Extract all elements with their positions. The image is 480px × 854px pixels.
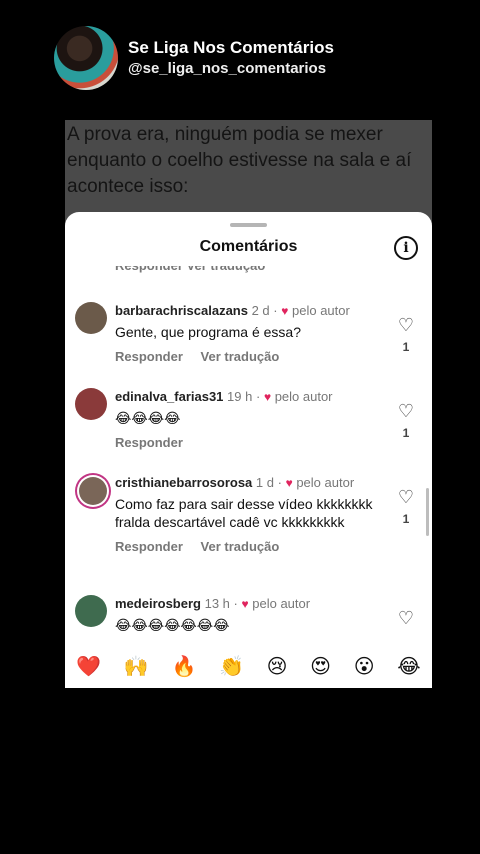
like-count: 1 — [402, 426, 410, 440]
avatar[interactable] — [79, 477, 107, 505]
reply-button[interactable]: Responder — [115, 435, 183, 450]
comment-time: 13 h — [204, 596, 230, 611]
translate-button[interactable]: Ver tradução — [201, 539, 280, 554]
emoji-heart-eyes-button[interactable]: 😍 — [310, 654, 331, 679]
like-button[interactable]: ♡ — [396, 609, 416, 627]
sheet-grabber[interactable] — [230, 223, 267, 227]
avatar[interactable] — [75, 595, 107, 627]
heart-icon: ♥ — [285, 476, 293, 490]
comment-username[interactable]: edinalva_farias31 — [115, 389, 223, 404]
comment-text: Gente, que programa é essa? — [115, 324, 302, 340]
like-count: 1 — [402, 512, 410, 526]
like-button[interactable]: ♡ 1 — [396, 488, 416, 526]
like-button[interactable]: ♡ 1 — [396, 316, 416, 354]
avatar[interactable] — [75, 388, 107, 420]
info-icon[interactable]: i — [394, 236, 418, 260]
emoji-laugh-button[interactable]: 😂 — [397, 654, 420, 679]
like-button[interactable]: ♡ 1 — [396, 402, 416, 440]
emoji-raised-hands-button[interactable]: 🙌 — [124, 654, 149, 679]
comments-sheet: Comentários i Responder Ver tradução bar… — [65, 212, 432, 688]
emoji-fire-button[interactable]: 🔥 — [171, 654, 196, 679]
reply-button[interactable]: Responder — [115, 539, 183, 554]
like-count: 1 — [402, 340, 410, 354]
profile-handle: @se_liga_nos_comentarios — [128, 60, 327, 77]
author-like-label: pelo autor — [292, 303, 350, 318]
reply-button[interactable]: Responder — [115, 349, 183, 364]
emoji-cry-button[interactable]: 😢 — [267, 654, 288, 679]
heart-icon: ♥ — [281, 304, 289, 318]
partial-comment-actions: Responder Ver tradução — [115, 258, 266, 273]
comment-username[interactable]: medeirosberg — [115, 596, 201, 611]
comment-time: 19 h — [227, 389, 253, 404]
heart-icon: ♥ — [263, 390, 272, 404]
comment-time: 2 d — [251, 303, 270, 318]
heart-outline-icon: ♡ — [397, 608, 415, 628]
emoji-surprised-button[interactable]: 😮 — [354, 654, 375, 679]
comment-time: 1 d — [255, 475, 274, 490]
author-like-label: pelo autor — [252, 596, 311, 611]
author-like-label: pelo autor — [296, 475, 355, 490]
comment-text: 😂😂😂😂😂😂😂 — [115, 617, 230, 633]
avatar[interactable] — [75, 302, 107, 334]
video-caption: A prova era, ninguém podia se mexer enqu… — [67, 124, 412, 197]
heart-outline-icon: ♡ — [397, 487, 415, 507]
comment-text: Como faz para sair desse vídeo kkkkkkkk … — [115, 496, 373, 530]
translate-button[interactable]: Ver tradução — [201, 349, 280, 364]
author-like-label: pelo autor — [274, 389, 333, 404]
heart-outline-icon: ♡ — [397, 401, 415, 421]
comment-text: 😂😂😂😂 — [115, 410, 181, 426]
emoji-clap-button[interactable]: 👏 — [219, 654, 244, 679]
emoji-reaction-bar: ❤️ 🙌 🔥 👏 😢 😍 😮 😂 — [65, 644, 432, 688]
heart-icon: ♥ — [241, 597, 249, 611]
profile-title: Se Liga Nos Comentários — [128, 38, 334, 57]
profile-avatar[interactable] — [54, 26, 118, 90]
heart-outline-icon: ♡ — [397, 315, 415, 335]
comment-username[interactable]: cristhianebarrosorosa — [115, 475, 252, 490]
sheet-title: Comentários — [199, 238, 298, 255]
profile-header: Se Liga Nos Comentários @se_liga_nos_com… — [54, 26, 334, 90]
emoji-heart-button[interactable]: ❤️ — [76, 654, 101, 679]
comment-username[interactable]: barbarachriscalazans — [115, 303, 248, 318]
scrollbar[interactable] — [426, 488, 429, 536]
